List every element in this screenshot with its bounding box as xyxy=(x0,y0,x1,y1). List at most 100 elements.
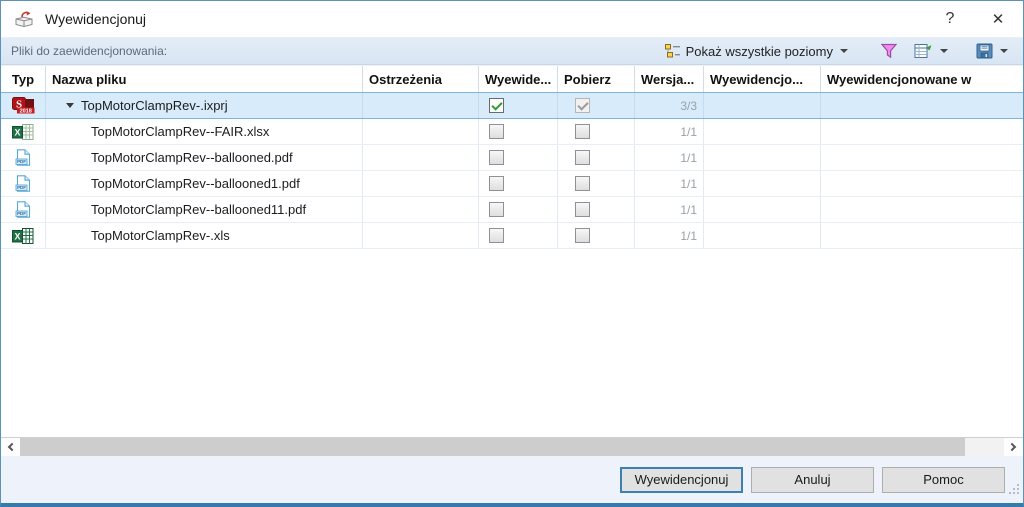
checked-out-by-cell xyxy=(704,119,821,144)
table-row[interactable]: X TopMotorClampRev--FAIR.xlsx 1/1 xyxy=(1,119,1023,145)
get-version-checkbox[interactable] xyxy=(575,228,590,243)
filter-icon xyxy=(880,43,898,59)
version-value: 1/1 xyxy=(680,202,697,217)
open-file-list-button[interactable] xyxy=(909,40,953,62)
resize-grip-icon[interactable] xyxy=(1008,482,1020,500)
chevron-down-icon xyxy=(940,49,948,53)
get-version-checkbox[interactable] xyxy=(575,124,590,139)
scroll-left-button[interactable] xyxy=(1,438,20,456)
get-version-checkbox[interactable] xyxy=(575,202,590,217)
svg-text:X: X xyxy=(14,127,20,137)
chevron-down-icon xyxy=(840,49,848,53)
checked-out-by-cell xyxy=(704,197,821,222)
table-row[interactable]: PDF TopMotorClampRev--ballooned11.pdf 1/… xyxy=(1,197,1023,223)
version-value: 1/1 xyxy=(680,176,697,191)
svg-text:PDF: PDF xyxy=(17,211,26,216)
file-name: TopMotorClampRev-.xls xyxy=(91,228,230,243)
levels-tree-icon xyxy=(664,44,681,58)
scrollbar-track[interactable] xyxy=(20,438,1004,456)
table-row[interactable]: X TopMotorClampRev-.xls 1/1 xyxy=(1,223,1023,249)
table-row[interactable]: PDF TopMotorClampRev--ballooned1.pdf 1/1 xyxy=(1,171,1023,197)
table-row[interactable]: S 2018 TopMotorClampRev-.ixprj 3/3 xyxy=(1,92,1023,119)
warnings-cell xyxy=(363,119,479,144)
cancel-button[interactable]: Anuluj xyxy=(751,466,874,493)
warnings-cell xyxy=(363,223,479,248)
file-table: Typ Nazwa pliku Ostrzeżenia Wyewide... P… xyxy=(1,65,1023,438)
checkout-checkbox[interactable] xyxy=(489,150,504,165)
files-to-checkout-label: Pliki do zaewidencjonowania: xyxy=(11,44,168,58)
column-header-checked-out-by[interactable]: Wyewidencjo... xyxy=(704,66,821,92)
excel-xls-file-icon: X xyxy=(12,227,34,244)
pdf-file-icon: PDF xyxy=(14,175,32,192)
help-button[interactable]: Pomoc xyxy=(882,466,1005,493)
collapse-icon[interactable] xyxy=(66,103,74,108)
scrollbar-thumb[interactable] xyxy=(20,438,965,456)
svg-text:X: X xyxy=(14,231,20,241)
get-version-checkbox[interactable] xyxy=(575,150,590,165)
svg-text:PDF: PDF xyxy=(17,159,26,164)
get-version-checkbox[interactable] xyxy=(575,176,590,191)
inspection-project-file-icon: S 2018 xyxy=(11,97,35,114)
filter-button[interactable] xyxy=(875,40,903,62)
file-name: TopMotorClampRev--ballooned.pdf xyxy=(91,150,293,165)
horizontal-scrollbar[interactable] xyxy=(1,438,1023,456)
checked-out-by-cell xyxy=(704,171,821,196)
dialog-footer: Wyewidencjonuj Anuluj Pomoc xyxy=(1,456,1023,503)
column-header-get[interactable]: Pobierz xyxy=(558,66,635,92)
checkout-checkbox[interactable] xyxy=(489,124,504,139)
version-value: 1/1 xyxy=(680,228,697,243)
checkout-icon xyxy=(13,10,35,28)
show-all-levels-label: Pokaż wszystkie poziomy xyxy=(685,43,833,59)
checked-out-by-cell xyxy=(704,145,821,170)
checkout-checkbox[interactable] xyxy=(489,202,504,217)
version-value: 3/3 xyxy=(680,98,697,113)
window-title: Wyewidencjonuj xyxy=(45,11,147,27)
warnings-cell xyxy=(363,171,479,196)
file-name: TopMotorClampRev--ballooned1.pdf xyxy=(91,176,300,191)
file-list-export-icon xyxy=(914,43,933,59)
table-header-row: Typ Nazwa pliku Ostrzeżenia Wyewide... P… xyxy=(1,65,1023,92)
warnings-cell xyxy=(363,197,479,222)
column-header-filename[interactable]: Nazwa pliku xyxy=(46,66,363,92)
get-version-checkbox[interactable] xyxy=(575,98,590,113)
column-header-version[interactable]: Wersja... xyxy=(635,66,704,92)
checkout-checkbox[interactable] xyxy=(489,228,504,243)
save-file-list-button[interactable] xyxy=(971,40,1013,62)
pdf-file-icon: PDF xyxy=(14,201,32,218)
checkout-checkbox[interactable] xyxy=(489,98,504,113)
checkout-dialog: Wyewidencjonuj ? ✕ Pliki do zaewidencjon… xyxy=(0,0,1024,507)
save-icon xyxy=(976,43,993,59)
checked-out-in-cell xyxy=(821,145,1023,170)
column-header-type[interactable]: Typ xyxy=(1,66,46,92)
table-row[interactable]: PDF TopMotorClampRev--ballooned.pdf 1/1 xyxy=(1,145,1023,171)
column-header-checked-out-in[interactable]: Wyewidencjonowane w xyxy=(821,66,1023,92)
column-header-checkout[interactable]: Wyewide... xyxy=(479,66,558,92)
checked-out-in-cell xyxy=(821,93,1023,118)
warnings-cell xyxy=(363,93,479,118)
file-name: TopMotorClampRev--FAIR.xlsx xyxy=(91,124,270,139)
pdf-file-icon: PDF xyxy=(14,149,32,166)
column-header-warnings[interactable]: Ostrzeżenia xyxy=(363,66,479,92)
checkout-checkbox[interactable] xyxy=(489,176,504,191)
scroll-right-button[interactable] xyxy=(1004,438,1023,456)
chevron-down-icon xyxy=(1000,49,1008,53)
checkout-button[interactable]: Wyewidencjonuj xyxy=(620,466,743,493)
warnings-cell xyxy=(363,145,479,170)
checked-out-in-cell xyxy=(821,197,1023,222)
table-empty-area xyxy=(1,249,1023,437)
version-value: 1/1 xyxy=(680,150,697,165)
close-button[interactable]: ✕ xyxy=(981,6,1015,32)
checked-out-by-cell xyxy=(704,223,821,248)
checked-out-by-cell xyxy=(704,93,821,118)
help-titlebar-button[interactable]: ? xyxy=(933,6,967,32)
scroll-right-icon xyxy=(1007,442,1017,452)
checked-out-in-cell xyxy=(821,119,1023,144)
title-bar: Wyewidencjonuj ? ✕ xyxy=(1,1,1023,37)
svg-text:PDF: PDF xyxy=(17,185,26,190)
checked-out-in-cell xyxy=(821,223,1023,248)
show-all-levels-button[interactable]: Pokaż wszystkie poziomy xyxy=(660,41,853,62)
toolbar-actions: Pokaż wszystkie poziomy xyxy=(660,40,1013,62)
excel-xlsx-file-icon: X xyxy=(12,123,34,140)
toolbar: Pliki do zaewidencjonowania: Pokaż wszys… xyxy=(1,37,1023,65)
scroll-left-icon xyxy=(7,442,17,452)
